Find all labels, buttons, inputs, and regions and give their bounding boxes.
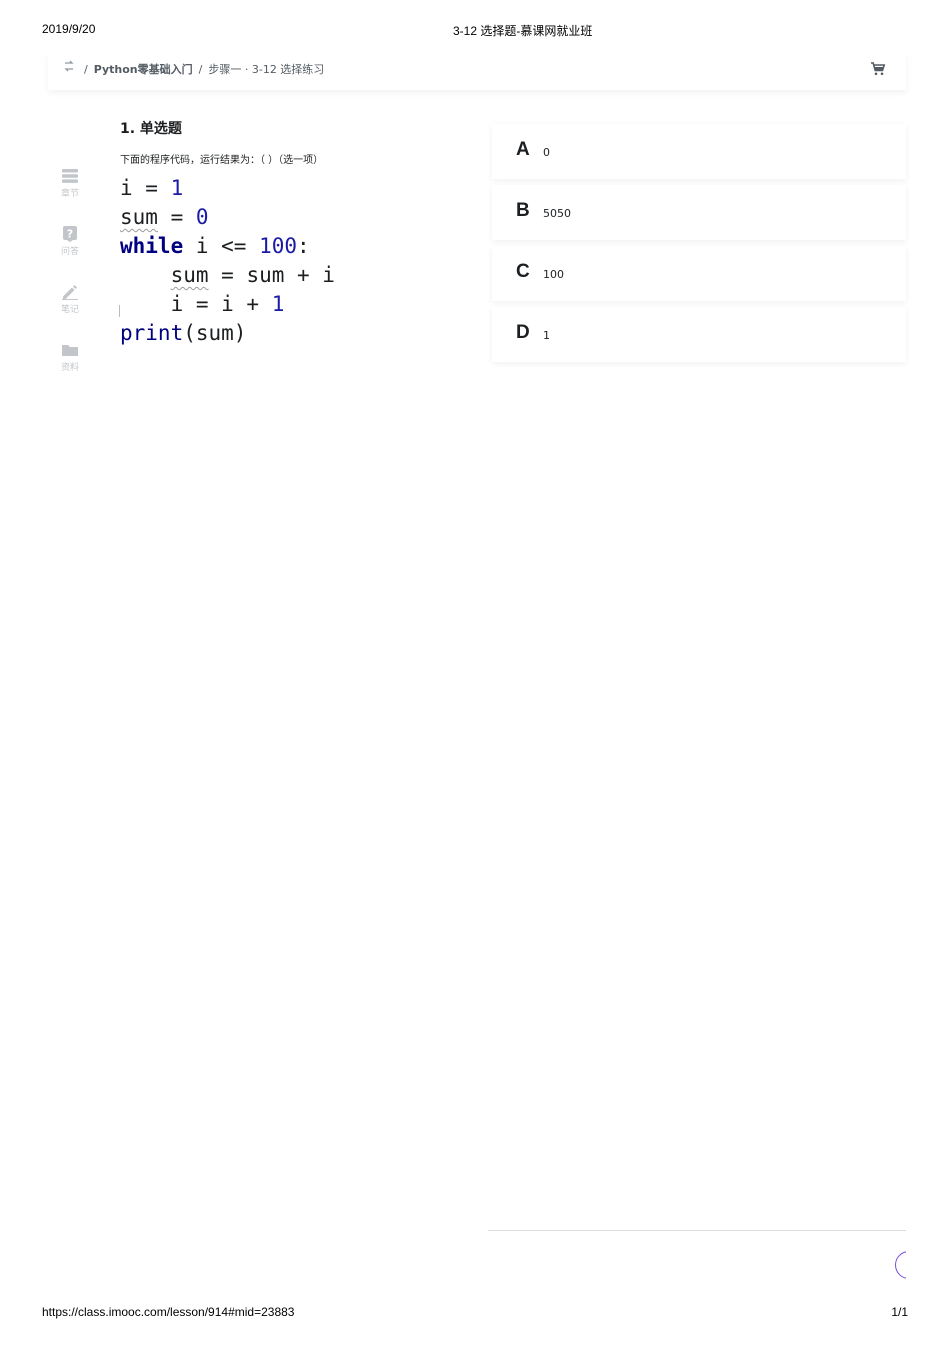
option-letter: D xyxy=(516,322,530,343)
folder-icon xyxy=(62,345,78,356)
print-footer: https://class.imooc.com/lesson/914#mid=2… xyxy=(0,1305,950,1323)
page-edge-mask xyxy=(906,1245,950,1285)
code-block: i = 1 sum = 0 while i <= 100: sum = sum … xyxy=(120,174,480,348)
question-panel: 1. 单选题 下面的程序代码，运行结果为：（ ）（选一项） i = 1 sum … xyxy=(119,118,480,348)
print-header: 2019/9/20 3-12 选择题-慕课网就业班 xyxy=(0,22,950,40)
option-d[interactable]: D 1 xyxy=(492,307,906,362)
code-line: while i <= 100: xyxy=(120,234,310,258)
breadcrumb-separator: / xyxy=(198,62,203,76)
print-date: 2019/9/20 xyxy=(42,22,96,36)
option-a[interactable]: A 0 xyxy=(492,124,906,179)
option-text: 1 xyxy=(543,329,550,342)
option-text: 100 xyxy=(543,268,564,281)
question-text: 下面的程序代码，运行结果为：（ ）（选一项） xyxy=(120,155,324,166)
code-line: sum = sum + i xyxy=(170,263,335,287)
option-letter: A xyxy=(516,139,530,160)
option-c[interactable]: C 100 xyxy=(492,246,906,301)
breadcrumb-current: 步骤一 · 3-12 选择练习 xyxy=(208,63,325,76)
option-letter: B xyxy=(516,200,530,221)
breadcrumb-separator: / xyxy=(84,62,88,76)
code-line: i = i + 1 xyxy=(120,292,285,316)
left-sidebar: 章节 ? 问答 笔记 资料 xyxy=(48,92,94,392)
sidebar-item-notes[interactable]: 笔记 xyxy=(48,284,92,328)
option-letter: C xyxy=(516,261,530,282)
breadcrumb-course-link[interactable]: Python零基础入门 xyxy=(94,61,193,77)
sidebar-item-label: 章节 xyxy=(60,189,79,199)
code-line: print(sum) xyxy=(120,321,247,345)
option-b[interactable]: B 5050 xyxy=(492,185,906,240)
question-title: 1. 单选题 xyxy=(120,121,182,137)
sidebar-item-label: 资料 xyxy=(60,363,79,373)
sidebar-item-label: 问答 xyxy=(60,247,79,257)
print-url: https://class.imooc.com/lesson/914#mid=2… xyxy=(42,1305,295,1319)
option-text: 5050 xyxy=(543,207,571,220)
sidebar-item-label: 笔记 xyxy=(60,305,79,315)
divider xyxy=(488,1230,906,1231)
print-title: 3-12 选择题-慕课网就业班 xyxy=(453,24,593,38)
code-line: i = 1 xyxy=(120,176,184,200)
sidebar-item-materials[interactable]: 资料 xyxy=(48,342,92,386)
breadcrumb: / Python零基础入门 / 步骤一 · 3-12 选择练习 xyxy=(84,61,324,77)
text-cursor xyxy=(119,305,120,317)
pencil-icon xyxy=(62,285,78,300)
print-page-number: 1/1 xyxy=(891,1305,908,1319)
sidebar-item-qa[interactable]: ? 问答 xyxy=(48,226,92,270)
shopping-cart-icon[interactable] xyxy=(870,61,886,77)
switch-arrows-icon[interactable] xyxy=(61,60,77,76)
code-line: sum = 0 xyxy=(120,205,209,229)
top-bar: / Python零基础入门 / 步骤一 · 3-12 选择练习 xyxy=(48,52,906,90)
option-text: 0 xyxy=(543,146,550,159)
question-icon: ? xyxy=(63,226,77,242)
sidebar-item-chapters[interactable]: 章节 xyxy=(48,168,92,212)
svg-text:?: ? xyxy=(67,228,73,241)
answer-options: A 0 B 5050 C 100 D 1 xyxy=(492,124,906,368)
chapters-icon xyxy=(62,169,78,183)
